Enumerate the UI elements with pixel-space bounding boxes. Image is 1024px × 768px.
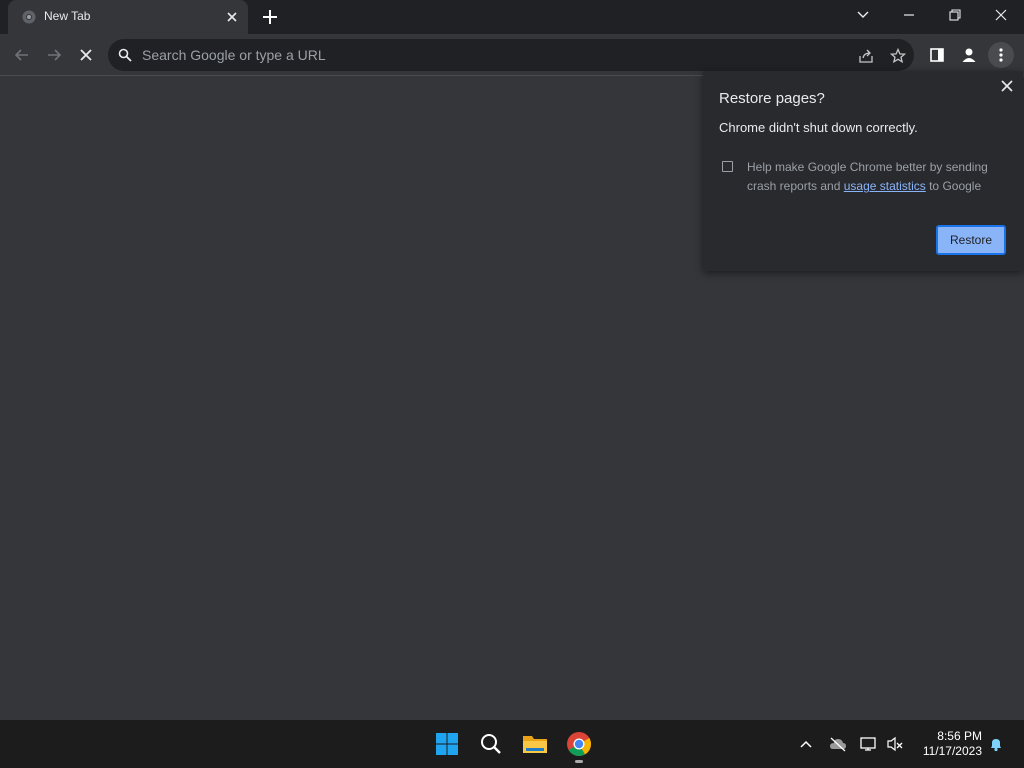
bookmark-button[interactable] <box>889 47 907 65</box>
tab-new-tab[interactable]: New Tab <box>8 0 248 34</box>
more-menu-button[interactable] <box>988 42 1014 68</box>
taskbar-search-button[interactable] <box>477 730 505 758</box>
windows-start-icon <box>436 733 458 755</box>
stop-loading-icon <box>80 49 92 61</box>
network-tray-button[interactable] <box>860 735 878 753</box>
back-button[interactable] <box>9 42 35 68</box>
search-icon <box>481 734 501 754</box>
search-icon <box>118 48 132 62</box>
file-explorer-icon <box>523 736 547 753</box>
minimize-button[interactable] <box>886 0 932 30</box>
start-button[interactable] <box>433 730 461 758</box>
tab-search-button[interactable] <box>840 0 886 30</box>
crash-report-label: Help make Google Chrome better by sendin… <box>747 158 1009 196</box>
clock-time: 8:56 PM <box>937 729 982 743</box>
tab-strip: New Tab <box>0 0 1024 34</box>
side-panel-icon <box>930 48 944 62</box>
running-indicator <box>575 760 583 763</box>
bookmark-star-icon <box>890 48 906 64</box>
minimize-icon <box>904 14 914 16</box>
share-icon <box>859 49 873 63</box>
close-icon <box>995 9 1007 21</box>
back-arrow-icon <box>14 49 28 61</box>
tab-title: New Tab <box>44 9 91 23</box>
omnibox-input[interactable] <box>142 39 842 71</box>
forward-button[interactable] <box>41 42 67 68</box>
clock-date: 11/17/2023 <box>922 744 982 758</box>
taskbar-clock[interactable]: 8:56 PM 11/17/2023 <box>912 729 982 759</box>
onedrive-offline-icon <box>830 737 846 752</box>
chevron-up-icon <box>800 740 812 748</box>
consent-text-suffix: to Google <box>925 179 982 193</box>
dialog-message: Chrome didn't shut down correctly. <box>719 120 918 135</box>
volume-muted-icon <box>887 736 903 752</box>
close-window-button[interactable] <box>978 0 1024 30</box>
file-explorer-button[interactable] <box>521 730 549 758</box>
notifications-button[interactable] <box>987 735 1005 753</box>
chrome-icon <box>22 10 36 24</box>
close-icon[interactable] <box>1000 79 1014 93</box>
restore-button[interactable]: Restore <box>936 225 1006 255</box>
onedrive-tray-button[interactable] <box>829 735 847 753</box>
close-tab-icon[interactable] <box>224 9 240 25</box>
taskbar: 8:56 PM 11/17/2023 <box>0 720 1024 768</box>
usage-statistics-link[interactable]: usage statistics <box>844 179 926 193</box>
profile-button[interactable] <box>956 42 982 68</box>
crash-report-checkbox[interactable] <box>722 161 733 172</box>
new-tab-button[interactable] <box>260 7 280 27</box>
show-hidden-icons-button[interactable] <box>797 735 815 753</box>
volume-tray-button[interactable] <box>886 735 904 753</box>
restore-pages-dialog: Restore pages? Chrome didn't shut down c… <box>703 71 1023 271</box>
restore-window-icon <box>949 9 961 21</box>
chevron-down-icon <box>857 11 869 18</box>
dialog-title: Restore pages? <box>719 90 825 107</box>
side-panel-button[interactable] <box>924 42 950 68</box>
chrome-taskbar-button[interactable] <box>565 730 593 758</box>
share-button[interactable] <box>857 47 875 65</box>
omnibox[interactable] <box>108 39 914 71</box>
forward-arrow-icon <box>48 49 62 61</box>
toolbar <box>0 34 1024 76</box>
restore-window-button[interactable] <box>932 0 978 30</box>
chrome-icon <box>567 732 592 757</box>
bell-icon <box>991 739 1001 752</box>
network-icon <box>860 737 876 751</box>
more-menu-icon <box>999 48 1003 62</box>
stop-loading-button[interactable] <box>73 42 99 68</box>
profile-icon <box>962 48 976 62</box>
